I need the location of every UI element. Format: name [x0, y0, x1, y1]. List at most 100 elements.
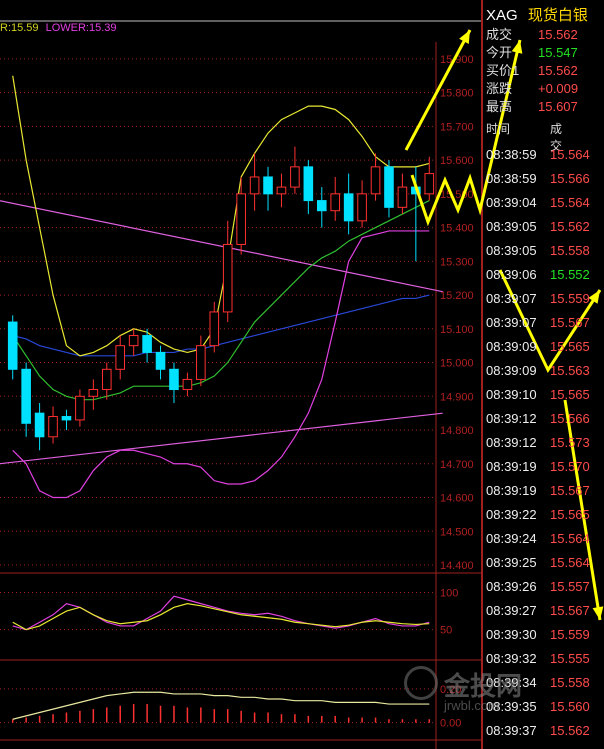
tick-row: 08:38:59 15.566 — [486, 167, 590, 191]
watermark: 金投网 jrwbl.com — [404, 658, 564, 714]
tick-price: 15.557 — [550, 579, 590, 594]
tick-row: 08:39:22 15.565 — [486, 503, 590, 527]
tick-price: 15.558 — [550, 243, 590, 258]
tick-price: 15.567 — [550, 315, 590, 330]
y-tick-label: 15.800 — [440, 88, 474, 100]
quote-value: +0.009 — [538, 81, 579, 96]
tick-price: 15.565 — [550, 507, 590, 522]
tick-row: 08:39:19 15.570 — [486, 455, 590, 479]
tick-time: 08:39:30 — [486, 627, 537, 642]
y-tick-label: 14.800 — [440, 425, 474, 437]
ticks-time-header: 时间 — [486, 122, 511, 136]
candle-body — [169, 368, 179, 391]
tick-row: 08:38:59 15.564 — [486, 143, 590, 167]
tick-time: 08:39:06 — [486, 267, 537, 282]
tick-row: 08:39:04 15.564 — [486, 191, 590, 215]
tick-price: 15.573 — [550, 435, 590, 450]
tick-time: 08:38:59 — [486, 171, 537, 186]
candle-body — [222, 243, 233, 313]
candle-body — [330, 193, 341, 212]
tick-time: 08:39:24 — [486, 531, 537, 546]
tick-time: 08:39:25 — [486, 555, 537, 570]
candle-body — [276, 186, 287, 195]
tick-time: 08:39:26 — [486, 579, 537, 594]
quote-label: 买价1 — [486, 63, 520, 78]
tick-price: 15.562 — [550, 723, 590, 738]
candle-body — [316, 200, 327, 212]
candle-body — [357, 193, 367, 222]
candle-body — [370, 166, 381, 195]
y-tick-label: 15.000 — [440, 358, 474, 370]
y-tick-label: 15.200 — [440, 290, 474, 302]
tick-time: 08:39:04 — [486, 195, 537, 210]
tick-row: 08:39:05 15.558 — [486, 239, 590, 263]
candle-body — [236, 193, 246, 245]
quote-row: 涨跌 +0.009 — [486, 80, 578, 98]
candle-body — [61, 416, 72, 421]
candle-body — [7, 321, 18, 370]
ma-green-line — [12, 200, 430, 401]
tick-price: 15.564 — [550, 531, 590, 546]
candle-body — [249, 176, 260, 195]
candle-body — [21, 368, 31, 424]
watermark-logo-icon — [404, 666, 438, 700]
tick-time: 08:39:12 — [486, 435, 537, 450]
y-tick-label: 15.600 — [440, 155, 474, 167]
tick-row: 08:39:09 15.565 — [486, 335, 590, 359]
candle-body — [209, 311, 220, 347]
tick-price: 15.562 — [550, 219, 590, 234]
tick-time: 08:39:10 — [486, 387, 537, 402]
y-tick-label: 14.600 — [440, 493, 474, 505]
candle-body — [196, 345, 206, 380]
tick-price: 15.566 — [550, 411, 590, 426]
quote-value: 15.547 — [538, 45, 578, 60]
tick-row: 08:39:09 15.563 — [486, 359, 590, 383]
candle-body — [397, 186, 408, 208]
tick-price: 15.552 — [550, 267, 590, 282]
tick-time: 08:39:05 — [486, 219, 537, 234]
tick-price: 15.565 — [550, 387, 590, 402]
tick-price: 15.570 — [550, 459, 590, 474]
quote-label: 成交 — [486, 27, 513, 42]
tick-price: 15.564 — [550, 147, 590, 162]
tick-price: 15.566 — [550, 171, 590, 186]
y-tick-label: 15.500 — [440, 189, 474, 201]
tick-price: 15.559 — [550, 627, 590, 642]
quote-row: 买价1 15.562 — [486, 62, 578, 80]
tick-row: 08:39:24 15.564 — [486, 527, 590, 551]
quote-label: 今开 — [486, 45, 513, 60]
tick-row: 08:39:12 15.573 — [486, 431, 590, 455]
tick-time: 08:39:09 — [486, 363, 537, 378]
tick-row: 08:39:25 15.564 — [486, 551, 590, 575]
tick-row: 08:39:07 15.567 — [486, 311, 590, 335]
candle-body — [303, 166, 314, 202]
candle-body — [142, 335, 152, 353]
y-tick-label: 15.400 — [440, 223, 474, 235]
candle-body — [101, 368, 112, 391]
ticks-header: 时间 成交 — [486, 120, 562, 153]
tick-time: 08:39:22 — [486, 507, 537, 522]
quote-row: 成交 15.562 — [486, 26, 578, 44]
tick-price: 15.567 — [550, 603, 590, 618]
candle-body — [88, 389, 99, 397]
tick-price: 15.565 — [550, 339, 590, 354]
tick-price: 15.564 — [550, 555, 590, 570]
tick-price: 15.564 — [550, 195, 590, 210]
candle-body — [182, 378, 193, 391]
kdj-line — [12, 602, 430, 631]
quote-value: 15.562 — [538, 63, 578, 78]
quote-value: 15.562 — [538, 27, 578, 42]
boll-lower-line — [12, 230, 430, 499]
tick-row: 08:39:06 15.552 — [486, 263, 590, 287]
ma-blue-line — [12, 294, 430, 357]
y-tick-label: 14.700 — [440, 459, 474, 471]
tick-row: 08:39:05 15.562 — [486, 215, 590, 239]
candle-body — [343, 193, 354, 222]
candle-body — [290, 166, 300, 188]
tick-row: 08:39:37 15.562 — [486, 719, 590, 743]
tick-row: 08:39:26 15.557 — [486, 575, 590, 599]
tick-time: 08:39:37 — [486, 723, 537, 738]
boll-legend: R:15.59 LOWER:15.39 — [0, 22, 117, 34]
watermark-url: jrwbl.com — [444, 698, 499, 713]
candle-body — [384, 166, 394, 208]
